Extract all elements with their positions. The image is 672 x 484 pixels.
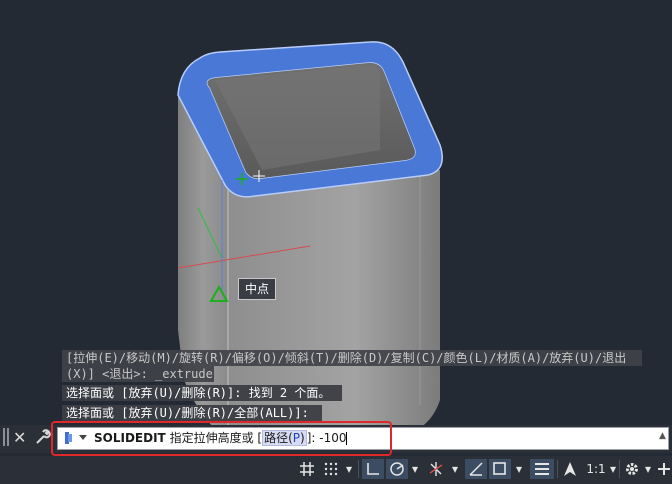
- workspace-dropdown[interactable]: ▾: [643, 459, 653, 479]
- snap-grid-icon: [324, 462, 338, 476]
- ortho-toggle[interactable]: [362, 459, 384, 479]
- history-scroll-icon[interactable]: ▲: [659, 431, 666, 441]
- command-history-line: (X)] <退出>: _extrude: [62, 366, 214, 382]
- isometric-icon: [429, 462, 443, 476]
- polar-dropdown[interactable]: ▾: [409, 459, 421, 479]
- isodraft-toggle[interactable]: [425, 459, 447, 479]
- status-separator: [557, 460, 558, 478]
- status-separator: [358, 460, 359, 478]
- lineweight-toggle[interactable]: [530, 459, 554, 479]
- customize-wrench-icon[interactable]: [34, 428, 52, 446]
- annotation-visibility-toggle[interactable]: [560, 459, 580, 479]
- ortho-icon: [367, 463, 379, 475]
- command-history-line: 选择面或 [放弃(U)/删除(R)]: 找到 2 个面。: [62, 385, 342, 401]
- annotation-scale-icon: [564, 462, 576, 476]
- plus-icon: [658, 463, 670, 475]
- status-separator: [619, 460, 620, 478]
- polar-toggle[interactable]: [386, 459, 408, 479]
- workspace-settings-button[interactable]: [622, 459, 642, 479]
- snap-tracking-icon: [469, 462, 483, 476]
- grid-icon: [300, 462, 314, 476]
- lineweight-icon: [535, 463, 549, 475]
- command-history-line: 选择面或 [放弃(U)/删除(R)/全部(ALL)]:: [62, 405, 322, 421]
- osnap-dropdown[interactable]: ▾: [513, 459, 525, 479]
- object-snap-tracking-toggle[interactable]: [465, 459, 487, 479]
- drawing-viewport[interactable]: 中点 [拉伸(E)/移动(M)/旋转(R)/偏移(O)/倾斜(T)/删除(D)/…: [0, 0, 672, 452]
- customization-button[interactable]: [656, 459, 672, 479]
- annotation-highlight-box: [51, 421, 392, 456]
- grip-handle-icon[interactable]: [3, 428, 9, 446]
- snap-toggle[interactable]: [320, 459, 342, 479]
- command-history-line: [拉伸(E)/移动(M)/旋转(R)/偏移(O)/倾斜(T)/删除(D)/复制(…: [62, 350, 642, 366]
- close-command-line-icon[interactable]: ✕: [13, 429, 26, 447]
- snap-dropdown[interactable]: ▾: [343, 459, 355, 479]
- scale-dropdown[interactable]: ▾: [608, 459, 618, 479]
- polar-tracking-icon: [390, 462, 404, 476]
- grid-toggle[interactable]: [296, 459, 318, 479]
- osnap-tooltip: 中点: [238, 278, 276, 300]
- isodraft-dropdown[interactable]: ▾: [449, 459, 461, 479]
- gear-icon: [626, 463, 638, 475]
- annotation-scale[interactable]: 1:1: [584, 459, 608, 479]
- object-snap-toggle[interactable]: [489, 459, 511, 479]
- object-snap-icon: [493, 462, 506, 475]
